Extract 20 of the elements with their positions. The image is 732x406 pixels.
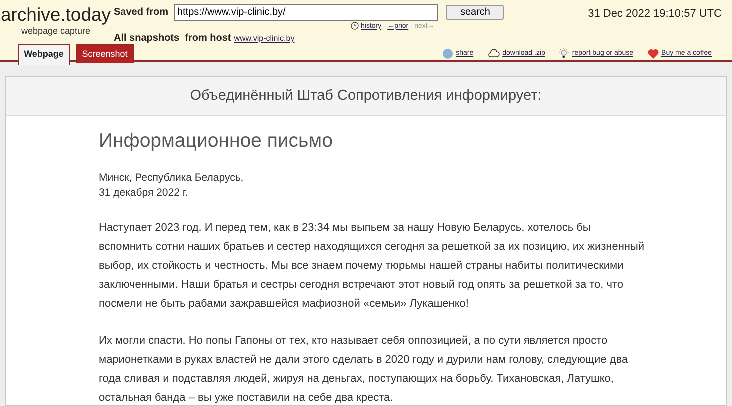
site-tagline: webpage capture <box>21 26 91 36</box>
paragraph: Их могли спасти. Но попы Гапоны от тех, кто называет себя оппозицией, а по сути является просто марионетками в руках властей не дали этого сделать в 2020 году и дурили нам голову, следующие два года сливая и подставляя людей, жируя на деньгах, поступающих на борьбу. Тихановская, Латушко, остальная банда – вы уже поставили на себе два креста. <box>99 334 630 406</box>
clock-icon <box>351 22 359 30</box>
host-link[interactable]: www.vip-clinic.by <box>234 34 295 43</box>
letter-place: Минск, Республика Беларусь, <box>99 171 245 186</box>
letter-date: 31 декабря 2022 г. <box>99 186 190 201</box>
snapshots-label: All snapshots from host <box>114 33 232 44</box>
cloud-icon <box>488 49 500 58</box>
tab[interactable]: Screenshot <box>76 44 134 63</box>
capture-timestamp: 31 Dec 2022 19:10:57 UTC <box>588 8 722 20</box>
letter-heading: Информационное письмо <box>99 130 334 153</box>
tab[interactable]: Webpage <box>18 44 70 65</box>
site-logo[interactable]: archive.today <box>0 4 112 26</box>
lightbulb-icon <box>559 48 570 59</box>
paragraph: Наступает 2023 год. И перед тем, как в 23:34 мы выпьем за нашу Новую Беларусь, хотелось бы вспомнить сотни наших братьев и сестер находящихся сегодня за решеткой за их позицию, их жизненный выбор, их стойкость и честность. Мы все знаем почему тюрьмы нашей страны набиты политическими заключенными. Наши братья и сестры сегодня встречают этот новый год опять за решеткой за то, что посмели не быть рабами зажравшейся мафиозной «семьи» Лукашенко! <box>99 221 646 312</box>
heart-icon <box>648 48 659 58</box>
url-field[interactable]: https://www.vip-clinic.by/ <box>174 4 438 21</box>
search-button[interactable]: search <box>446 5 504 20</box>
banner-title: Объединённый Штаб Сопротивления информирует: <box>6 77 726 116</box>
saved-from-label: Saved from <box>114 7 168 18</box>
